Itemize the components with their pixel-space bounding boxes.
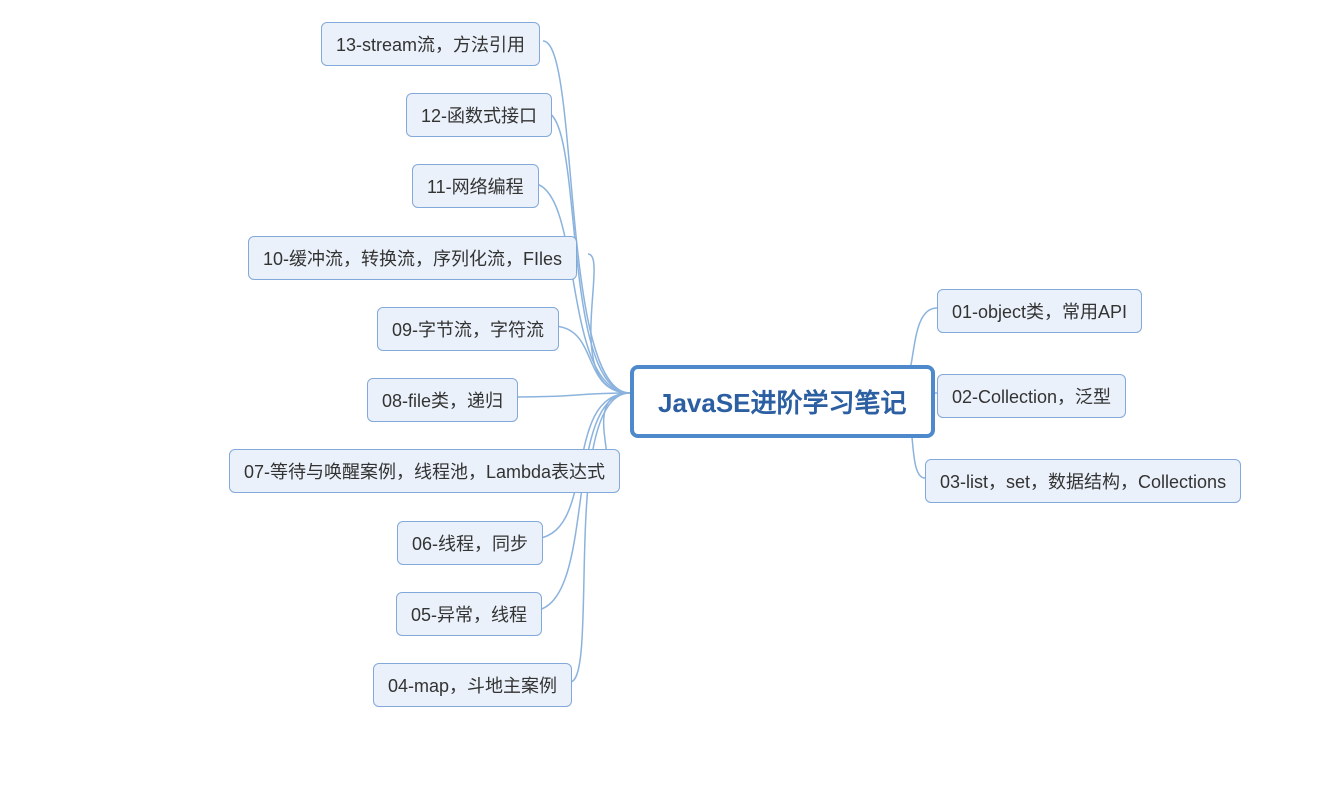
node-label: 07-等待与唤醒案例，线程池，Lambda表达式 <box>244 458 605 484</box>
node-03-list[interactable]: 03-list，set，数据结构，Collections <box>925 459 1241 503</box>
node-label: 06-线程，同步 <box>412 530 528 556</box>
root-label: JavaSE进阶学习笔记 <box>658 383 907 420</box>
node-01-object[interactable]: 01-object类，常用API <box>937 289 1142 333</box>
node-11-network[interactable]: 11-网络编程 <box>412 164 539 208</box>
node-label: 02-Collection，泛型 <box>952 383 1111 409</box>
node-12-functional[interactable]: 12-函数式接口 <box>406 93 552 137</box>
node-06-thread[interactable]: 06-线程，同步 <box>397 521 543 565</box>
node-09-byte[interactable]: 09-字节流，字符流 <box>377 307 559 351</box>
node-label: 01-object类，常用API <box>952 298 1127 324</box>
node-label: 09-字节流，字符流 <box>392 316 544 342</box>
node-08-file[interactable]: 08-file类，递归 <box>367 378 518 422</box>
node-02-collection[interactable]: 02-Collection，泛型 <box>937 374 1126 418</box>
node-label: 03-list，set，数据结构，Collections <box>940 468 1226 494</box>
node-10-buffer[interactable]: 10-缓冲流，转换流，序列化流，FIles <box>248 236 577 280</box>
node-label: 12-函数式接口 <box>421 102 537 128</box>
node-label: 08-file类，递归 <box>382 387 503 413</box>
node-13-stream[interactable]: 13-stream流，方法引用 <box>321 22 540 66</box>
mindmap-root[interactable]: JavaSE进阶学习笔记 <box>630 365 935 438</box>
node-label: 05-异常，线程 <box>411 601 527 627</box>
node-label: 10-缓冲流，转换流，序列化流，FIles <box>263 245 562 271</box>
node-label: 13-stream流，方法引用 <box>336 31 525 57</box>
node-05-exception[interactable]: 05-异常，线程 <box>396 592 542 636</box>
node-07-wait[interactable]: 07-等待与唤醒案例，线程池，Lambda表达式 <box>229 449 620 493</box>
node-label: 04-map，斗地主案例 <box>388 672 557 698</box>
node-label: 11-网络编程 <box>427 173 524 199</box>
node-04-map[interactable]: 04-map，斗地主案例 <box>373 663 572 707</box>
